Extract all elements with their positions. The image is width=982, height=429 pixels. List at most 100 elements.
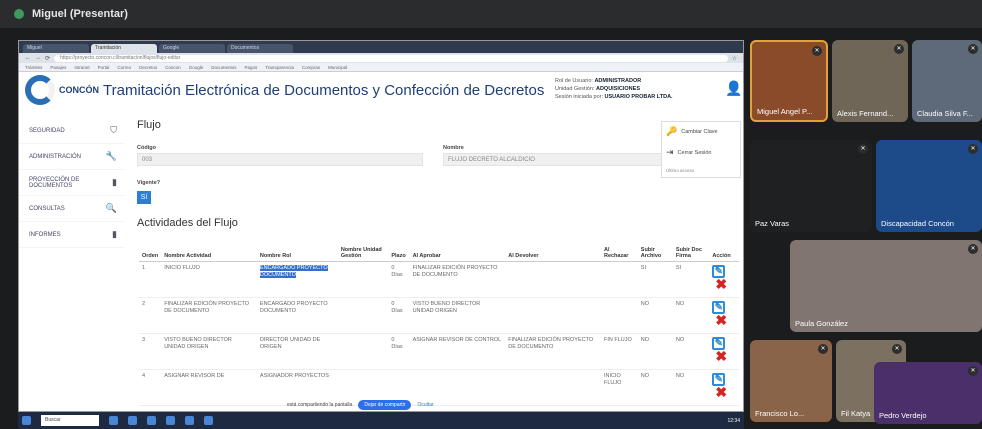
user-menu-icon[interactable]: 👤 — [725, 80, 742, 97]
taskbar-app-icon[interactable] — [109, 416, 118, 425]
table-cell: ASIGNAR REVISOR DE CONTROL — [409, 333, 506, 370]
change-password-label: Cambiar Clave — [681, 128, 718, 135]
sidebar-item[interactable]: CONSULTAS 🔍 — [19, 196, 125, 222]
bookmark-item[interactable]: Correo — [117, 65, 131, 70]
sidebar-item-label: PROYECCIÓN DE DOCUMENTOS — [29, 176, 80, 189]
participant-tile[interactable]: ✕ Claudia Silva F... — [912, 40, 982, 122]
column-header[interactable]: Al Aprobar — [409, 237, 506, 262]
bookmark-item[interactable]: Intranet — [74, 65, 89, 70]
taskbar-app-icon[interactable] — [147, 416, 156, 425]
bookmark-item[interactable]: Decretos — [139, 65, 157, 70]
sidebar-item[interactable]: INFORMES ▮ — [19, 222, 125, 248]
mic-muted-icon: ✕ — [894, 44, 904, 54]
mic-muted-icon: ✕ — [858, 144, 868, 154]
vigente-field-group: Vigente? Sí — [137, 180, 160, 204]
taskbar-app-icon[interactable] — [185, 416, 194, 425]
bookmark-item[interactable]: Pasajes — [50, 65, 66, 70]
delete-icon[interactable]: ✖ — [715, 385, 727, 399]
bookmark-item[interactable]: Compras — [302, 65, 320, 70]
delete-icon[interactable]: ✖ — [715, 313, 727, 327]
taskbar-app-icon[interactable] — [128, 416, 137, 425]
participant-tile[interactable]: ✕ Paula González — [790, 240, 982, 332]
shared-screen: Miguel Tramitación Google Documentos ← →… — [18, 40, 744, 412]
logout-link[interactable]: ⇥ Cerrar Sesión — [666, 147, 736, 158]
table-cell: DIRECTOR UNIDAD DE ORIGEN — [256, 333, 338, 370]
reload-icon[interactable]: ⟳ — [45, 55, 50, 62]
mic-muted-icon: ✕ — [968, 366, 978, 376]
participant-tile[interactable]: ✕ Francisco Lo... — [750, 340, 832, 422]
cell-text: ENCARGADO PROYECTO DOCUMENTO — [259, 300, 328, 314]
column-header[interactable]: Nombre Actividad — [161, 237, 257, 262]
participant-tile[interactable]: ✕ Miguel Angel P... — [750, 40, 828, 122]
cell-text: INICIO FLUJO — [603, 372, 622, 386]
table-row: 2 FINALIZAR EDICIÓN PROYECTO DE DOCUMENTO… — [139, 297, 739, 334]
sidebar-item[interactable]: PROYECCIÓN DE DOCUMENTOS ▮ — [19, 170, 125, 196]
browser-tab[interactable]: Tramitación — [91, 44, 157, 53]
table-cell — [337, 297, 389, 334]
column-header[interactable]: Acción — [709, 237, 739, 262]
participant-tile[interactable]: ✕ Pedro Verdejo — [874, 362, 982, 424]
taskbar-search[interactable]: Buscar — [41, 415, 99, 426]
bookmark-item[interactable]: Google — [189, 65, 204, 70]
bookmark-item[interactable]: Pagos — [244, 65, 257, 70]
taskbar-app-icon[interactable] — [166, 416, 175, 425]
participant-tile[interactable]: ✕ Alexis Fernand... — [832, 40, 908, 122]
change-password-link[interactable]: 🔑 Cambiar Clave — [666, 126, 736, 137]
column-header[interactable]: Nombre Rol — [256, 237, 338, 262]
cell-text: NO — [640, 300, 650, 307]
browser-tab[interactable]: Google — [159, 44, 225, 53]
browser-tab[interactable]: Miguel — [23, 44, 89, 53]
browser-tab[interactable]: Documentos — [227, 44, 293, 53]
rol-label: Rol de Usuario: — [555, 78, 593, 84]
cell-text: INICIO FLUJO — [164, 264, 200, 271]
windows-start-icon[interactable] — [22, 416, 31, 425]
column-header[interactable]: Plazo — [388, 237, 410, 262]
bookmark-item[interactable]: Documentos — [211, 65, 236, 70]
address-input[interactable]: https://proyecto.concon.cl/tramitacion/f… — [54, 54, 728, 62]
stop-sharing-button[interactable]: Dejar de compartir — [358, 400, 412, 410]
bookmark-item[interactable]: Concon — [165, 65, 181, 70]
action-cell: ✎✖ — [709, 369, 739, 406]
cell-text: ASIGNAR REVISOR DE CONTROL — [412, 336, 502, 343]
table-body: 1 INICIO FLUJO ENCARGADO PROYECTO DOCUMENT… — [139, 261, 739, 406]
table-cell: NO — [672, 333, 710, 370]
participant-tile[interactable]: ✕ Paz Varas — [750, 140, 872, 232]
rol-value: ADMINISTRADOR — [594, 78, 642, 84]
column-header[interactable]: Subir Doc Firma — [672, 237, 710, 262]
bookmark-item[interactable]: Portal — [98, 65, 110, 70]
participant-tile[interactable]: ✕ Discapacidad Concón — [876, 140, 982, 232]
table-cell — [337, 261, 389, 298]
column-header[interactable]: Orden — [139, 237, 162, 262]
table-row: 4 ASIGNAR REVISOR DE ASIGNADOR PROYECTOS IN… — [139, 369, 739, 406]
column-header[interactable]: Nombre Unidad Gestión — [337, 237, 389, 262]
participant-name: Miguel Angel P... — [757, 107, 813, 116]
delete-icon[interactable]: ✖ — [715, 349, 727, 363]
mic-muted-icon: ✕ — [892, 344, 902, 354]
bookmark-item[interactable]: Municipal — [328, 65, 347, 70]
cell-text: 2 — [142, 300, 146, 307]
action-cell: ✎✖ — [709, 297, 739, 334]
forward-icon[interactable]: → — [35, 55, 41, 61]
hide-toast-button[interactable]: Ocultar — [417, 402, 433, 408]
table-cell: NO — [637, 297, 673, 334]
page-title: Flujo — [137, 119, 161, 131]
vigente-toggle[interactable]: Sí — [137, 191, 151, 204]
table-cell: NO — [672, 369, 710, 406]
sidebar-item[interactable]: ADMINISTRACIÓN 🔧 — [19, 144, 125, 170]
codigo-input[interactable]: 003 — [137, 153, 423, 166]
sidebar-item[interactable]: SEGURIDAD ⛉ — [19, 118, 125, 144]
browser-tab-strip: Miguel Tramitación Google Documentos — [19, 41, 743, 53]
column-header[interactable]: Subir Archivo — [637, 237, 673, 262]
bookmark-item[interactable]: Trámites — [25, 65, 42, 70]
table-cell: FIN FLUJO — [600, 333, 638, 370]
bookmark-item[interactable]: Transparencia — [265, 65, 294, 70]
star-icon[interactable]: ☆ — [732, 55, 737, 62]
table-cell: VISTO BUENO DIRECTOR UNIDAD ORIGEN — [161, 333, 257, 370]
column-header[interactable]: Al Devolver — [505, 237, 601, 262]
delete-icon[interactable]: ✖ — [715, 277, 727, 291]
participant-name: Fil Katya — [841, 409, 871, 418]
column-header[interactable]: Al Rechazar — [600, 237, 638, 262]
back-icon[interactable]: ← — [25, 55, 31, 61]
taskbar-app-icon[interactable] — [204, 416, 213, 425]
mic-muted-icon: ✕ — [812, 46, 822, 56]
